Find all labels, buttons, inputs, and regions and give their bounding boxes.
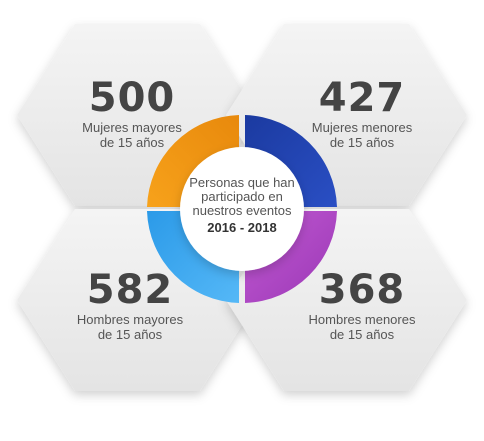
center-caption-line2: participado en — [201, 189, 283, 204]
stat-label-line1: Mujeres menores — [311, 120, 413, 135]
stat-number: 427 — [318, 75, 406, 121]
stat-label-line1: Hombres mayores — [76, 312, 184, 327]
stat-label-line2: de 15 años — [99, 135, 165, 150]
stat-label-line1: Mujeres mayores — [82, 120, 182, 135]
stat-label-line2: de 15 años — [329, 135, 395, 150]
stat-women-over-15: 500 Mujeres mayores de 15 años — [62, 76, 202, 150]
infographic: 500 Mujeres mayores de 15 años 427 Mujer… — [0, 0, 484, 441]
stat-label-line2: de 15 años — [329, 327, 395, 342]
stat-number: 582 — [86, 267, 174, 313]
stat-number: 500 — [88, 75, 176, 121]
stat-men-under-15: 368 Hombres menores de 15 años — [292, 268, 432, 342]
stat-label-line1: Hombres menores — [308, 312, 416, 327]
center-years: 2016 - 2018 — [207, 220, 277, 235]
stat-label-line2: de 15 años — [97, 327, 163, 342]
center-caption-line3: nuestros eventos — [192, 203, 292, 218]
center-caption-line1: Personas que han — [189, 175, 295, 190]
stat-number: 368 — [318, 267, 406, 313]
center-caption: Personas que han participado en nuestros… — [182, 176, 302, 236]
stat-women-under-15: 427 Mujeres menores de 15 años — [292, 76, 432, 150]
stat-men-over-15: 582 Hombres mayores de 15 años — [60, 268, 200, 342]
